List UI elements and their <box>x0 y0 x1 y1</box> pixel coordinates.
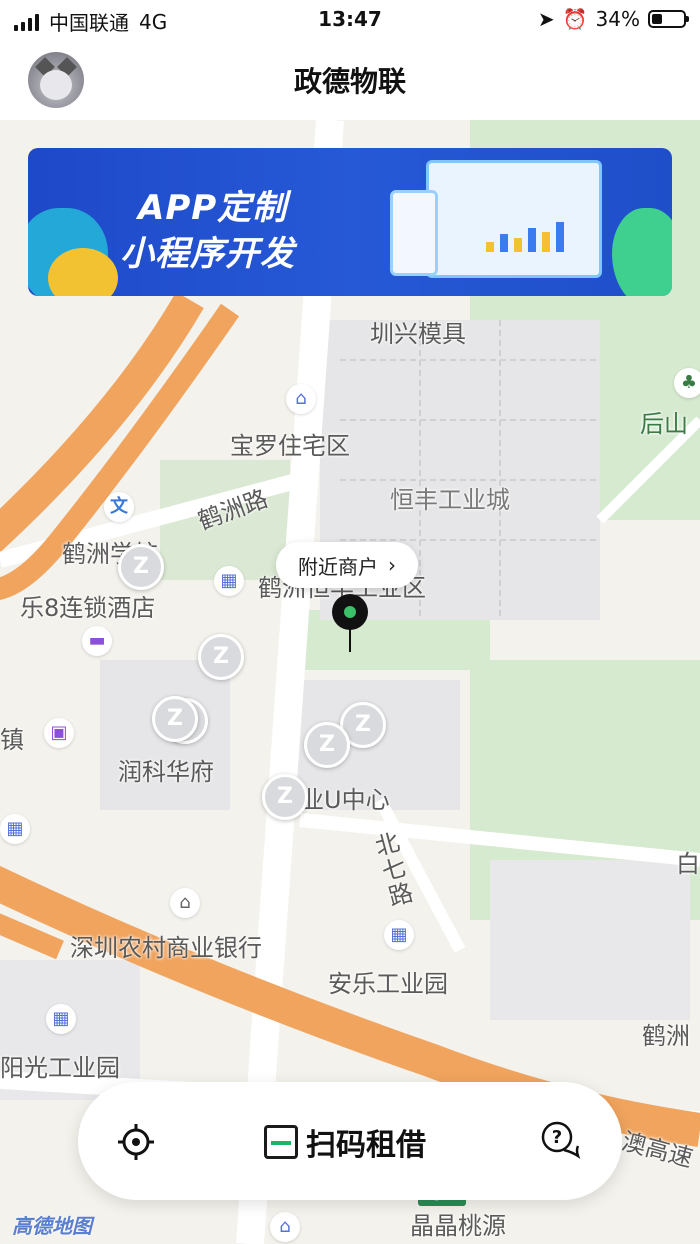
svg-text:?: ? <box>552 1127 562 1148</box>
map-label: 白 <box>676 850 700 878</box>
map-label: 业U中心 <box>300 786 390 814</box>
bar-illustration <box>486 218 564 252</box>
map-label: 安乐工业园 <box>328 970 448 998</box>
banner-line-2: 小程序开发 <box>120 234 295 274</box>
device-marker[interactable]: Z <box>152 696 198 742</box>
promo-banner[interactable]: APP定制 小程序开发 <box>28 148 672 296</box>
current-location-pin <box>332 594 368 630</box>
device-marker[interactable]: Z <box>262 774 308 820</box>
scan-icon <box>264 1125 298 1159</box>
map-label: 乐8连锁酒店 <box>20 594 156 622</box>
page-title: 政德物联 <box>293 65 406 98</box>
map-label: 鹤洲 <box>642 1022 690 1050</box>
device-marker[interactable]: Z <box>304 722 350 768</box>
battery-icon <box>648 10 689 28</box>
school-icon[interactable]: 文 <box>104 492 134 522</box>
map-label: 恒丰工业城 <box>390 486 510 514</box>
house-icon[interactable]: ⌂ <box>270 1212 300 1242</box>
nav-bar: 政德物联 <box>0 40 700 120</box>
help-chat-icon[interactable]: ? <box>538 1118 584 1164</box>
chevron-right-icon: › <box>388 553 396 577</box>
scan-to-rent-button[interactable]: 扫码租借 <box>264 1120 426 1164</box>
battery-percent: 34% <box>595 7 640 31</box>
alarm-icon: ⏰ <box>562 7 588 31</box>
map-label: 润科华府 <box>118 758 214 786</box>
office-building-icon[interactable]: ▦ <box>214 566 244 596</box>
park-tree-icon[interactable]: ♣ <box>674 368 700 398</box>
scan-to-rent-label: 扫码租借 <box>306 1128 426 1163</box>
map-label: 后山 <box>640 410 688 438</box>
status-right: ➤ ⏰ 34% <box>537 7 689 31</box>
map-label: 圳兴模具 <box>370 320 466 348</box>
map-label: 宝罗住宅区 <box>230 432 350 460</box>
bank-icon[interactable]: ⌂ <box>170 888 200 918</box>
nearby-merchants-button[interactable]: 附近商户 › <box>276 542 418 588</box>
current-location-pin-stem <box>349 628 351 652</box>
locate-me-icon[interactable] <box>116 1122 156 1162</box>
banner-line-1: APP定制 <box>138 188 288 228</box>
office-building-icon[interactable]: ▦ <box>0 814 30 844</box>
map-label: 晶晶桃源 <box>410 1212 506 1240</box>
map-label: 深圳农村商业银行 <box>70 934 262 962</box>
location-arrow-icon: ➤ <box>537 7 555 31</box>
phone-illustration <box>390 190 438 276</box>
status-bar: 中国联通 4G 13:47 ➤ ⏰ 34% <box>0 0 700 40</box>
hotel-bed-icon[interactable]: ▬ <box>82 626 112 656</box>
map-attribution: 高德地图 <box>12 1214 92 1238</box>
device-marker[interactable]: Z <box>198 634 244 680</box>
shopping-bag-icon[interactable]: ▣ <box>44 718 74 748</box>
map-label: 阳光工业园 <box>0 1054 120 1082</box>
office-building-icon[interactable]: ▦ <box>46 1004 76 1034</box>
map-label: 镇 <box>0 726 24 754</box>
office-building-icon[interactable]: ▦ <box>384 920 414 950</box>
nearby-merchants-label: 附近商户 <box>298 554 378 579</box>
bottom-action-bar: 扫码租借 ? <box>78 1082 622 1200</box>
house-icon[interactable]: ⌂ <box>286 384 316 414</box>
device-marker[interactable]: Z <box>118 544 164 590</box>
